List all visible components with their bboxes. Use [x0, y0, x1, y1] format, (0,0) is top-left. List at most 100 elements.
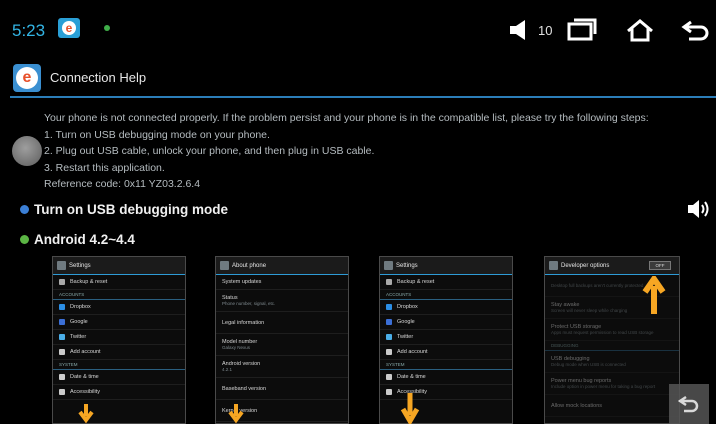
arrow-down-icon: [400, 393, 420, 424]
list-item: Date & time: [53, 370, 185, 385]
dropbox-icon: [59, 304, 65, 310]
list-item-sub: Galaxy Nexus: [222, 345, 251, 350]
list-item: Allow mock locations: [545, 395, 679, 417]
message-step1: 1. Turn on USB debugging mode on your ph…: [44, 128, 270, 141]
about-header: About phone: [216, 257, 348, 275]
accessibility-icon: [59, 389, 65, 395]
backup-icon: [59, 279, 65, 285]
twitter-icon: [59, 334, 65, 340]
list-item: Backup & reset: [53, 275, 185, 290]
app-notification-icon: e: [58, 18, 80, 38]
list-item: Legal information: [216, 312, 348, 334]
list-item-label: Allow mock locations: [551, 402, 603, 409]
page-title: Connection Help: [50, 70, 147, 85]
section-usb-debugging: Turn on USB debugging mode: [20, 202, 228, 217]
list-item: Android version 4.2.1: [216, 356, 348, 378]
add-icon: [386, 349, 392, 355]
list-item-label: Date & time: [70, 374, 99, 380]
message-intro: Your phone is not connected properly. If…: [44, 112, 649, 124]
backup-icon: [386, 279, 392, 285]
developer-header-label: Developer options: [561, 262, 610, 269]
list-item-sub: Phone number, signal, etc.: [222, 301, 276, 306]
developer-toggle: OFF: [649, 261, 671, 270]
list-item-label: Date & time: [397, 374, 426, 380]
clock-icon: [386, 374, 392, 380]
green-bullet-icon: [20, 235, 29, 244]
status-bar: 5:23 e 10: [0, 8, 716, 48]
list-item-label: Twitter: [397, 334, 414, 340]
list-item-label: Dropbox: [397, 304, 418, 310]
settings-header: Settings: [380, 257, 512, 275]
settings-icon: [57, 261, 66, 270]
about-header-label: About phone: [232, 262, 267, 269]
settings-icon: [384, 261, 393, 270]
category-label: SYSTEM: [380, 360, 512, 370]
category-label: SYSTEM: [53, 360, 185, 370]
add-icon: [59, 349, 65, 355]
list-item-label: Backup & reset: [397, 279, 435, 285]
back-icon: [678, 395, 699, 413]
list-item: Twitter: [53, 330, 185, 345]
dropbox-icon: [386, 304, 392, 310]
list-item-sub: Debug mode when USB is connected: [551, 362, 626, 367]
list-item-label: Twitter: [70, 334, 87, 340]
accessibility-icon: [386, 389, 392, 395]
list-item: Dropbox: [53, 300, 185, 315]
home-icon[interactable]: [625, 18, 655, 42]
help-message: Your phone is not connected properly. If…: [44, 110, 704, 193]
message-step2: 2. Plug out USB cable, unlock your phone…: [44, 145, 375, 157]
developer-header: Developer options OFF: [545, 257, 679, 275]
list-item: Date & time: [380, 370, 512, 385]
recents-icon[interactable]: [567, 17, 599, 41]
blue-bullet-icon: [20, 205, 29, 214]
list-item-label: Google: [397, 319, 415, 325]
volume-level: 10: [538, 23, 553, 38]
back-icon[interactable]: [681, 19, 711, 41]
list-item: Status Phone number, signal, etc.: [216, 290, 348, 312]
list-item: Backup & reset: [380, 275, 512, 290]
list-item: Model number Galaxy Nexus: [216, 334, 348, 356]
settings-header-label: Settings: [69, 262, 91, 269]
list-item-label: Add account: [397, 349, 428, 355]
list-item-label: System updates: [222, 279, 262, 285]
list-item: Dropbox: [380, 300, 512, 315]
category-label: DEBUGGING: [545, 341, 679, 351]
screenshot-about-phone: About phone System updates Status Phone n…: [215, 256, 349, 424]
section-android-version-label: Android 4.2~4.4: [34, 232, 135, 247]
list-item-label: Dropbox: [70, 304, 91, 310]
list-item-label: Legal information: [222, 319, 265, 326]
list-item: System updates: [216, 275, 348, 290]
list-item-sub: Include option in power menu for taking …: [551, 384, 656, 389]
usb-icon: [104, 25, 110, 31]
section-android-version: Android 4.2~4.4: [20, 232, 135, 247]
twitter-icon: [386, 334, 392, 340]
arrow-down-icon: [228, 404, 244, 424]
settings-header: Settings: [53, 257, 185, 275]
floating-assistant-button[interactable]: [12, 136, 42, 166]
title-divider: [10, 96, 716, 98]
list-item-label: Backup & reset: [70, 279, 108, 285]
list-item: Add account: [53, 345, 185, 360]
arrow-up-icon: [642, 276, 666, 314]
volume-icon[interactable]: [509, 19, 535, 41]
list-item-label: Baseband version: [222, 385, 267, 392]
screenshot-settings: Settings Backup & reset ACCOUNTS Dropbox…: [52, 256, 186, 424]
floating-back-button[interactable]: [669, 384, 709, 424]
list-item-sub: 4.2.1: [222, 367, 233, 372]
list-item: Accessibility: [53, 385, 185, 400]
list-item: Add account: [380, 345, 512, 360]
list-item: Google: [380, 315, 512, 330]
list-item: Protect USB storage Apps must request per…: [545, 319, 679, 341]
speaker-icon[interactable]: [687, 199, 713, 219]
message-step3: 3. Restart this application.: [44, 161, 165, 174]
google-icon: [59, 319, 65, 325]
category-label: ACCOUNTS: [380, 290, 512, 300]
list-item: USB debugging Debug mode when USB is conn…: [545, 351, 679, 373]
google-icon: [386, 319, 392, 325]
status-time: 5:23: [12, 21, 46, 40]
reference-code: Reference code: 0x11 YZ03.2.6.4: [44, 178, 201, 190]
list-item-label: Google: [70, 319, 88, 325]
settings-icon: [220, 261, 229, 270]
list-item-sub: Apps must request permission to read USB…: [551, 330, 654, 335]
list-item: Power menu bug reports Include option in …: [545, 373, 679, 395]
